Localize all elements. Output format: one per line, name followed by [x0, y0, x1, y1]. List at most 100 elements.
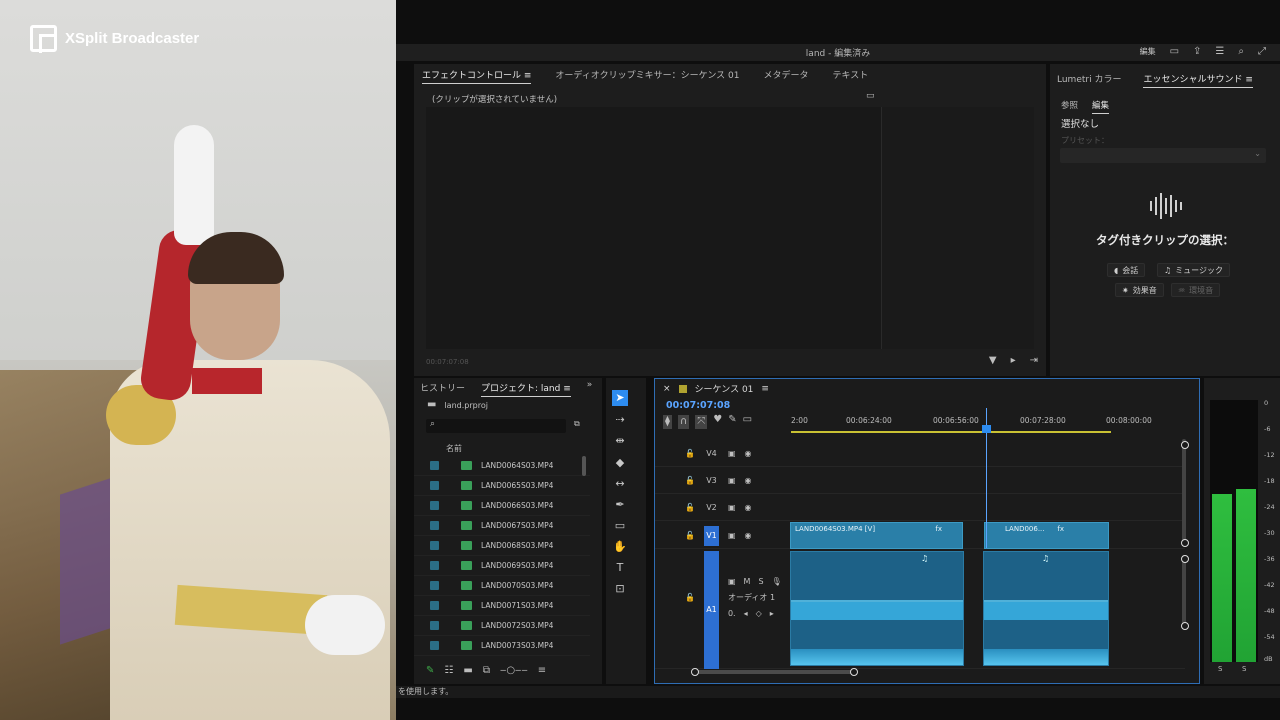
solo-right[interactable]: S [1242, 665, 1246, 673]
music-button[interactable]: ♫ ミュージック [1157, 263, 1231, 277]
caption-tool-icon[interactable]: ⊡ [612, 581, 628, 597]
audio-clip-2[interactable]: ♫ [983, 551, 1109, 666]
track-select-tool-icon[interactable]: ⇢ [612, 412, 628, 428]
scroll-handle[interactable] [1181, 539, 1189, 547]
timeline-hscroll[interactable] [695, 670, 855, 674]
list-item[interactable]: LAND0069S03.MP4 [414, 556, 590, 576]
project-search-input[interactable]: ⌕ [426, 419, 566, 433]
lock-icon[interactable]: 🔓 [685, 593, 695, 602]
list-item[interactable]: LAND0070S03.MP4 [414, 576, 590, 596]
dialogue-button[interactable]: ◖ 会話 [1107, 263, 1146, 277]
tab-metadata[interactable]: メタデータ [763, 68, 808, 84]
eye-icon[interactable]: ◉ [745, 476, 752, 485]
tab-effect-controls[interactable]: エフェクトコントロール ≡ [422, 68, 532, 84]
list-item[interactable]: LAND0066S03.MP4 [414, 496, 590, 516]
preset-dropdown[interactable]: ⌄ [1060, 148, 1266, 163]
selection-tool-icon[interactable]: ➤ [612, 390, 628, 406]
tab-project[interactable]: プロジェクト: land ≡ [481, 381, 571, 397]
search-icon[interactable]: ⌕ [1238, 46, 1244, 57]
list-item[interactable]: LAND0065S03.MP4 [414, 476, 590, 496]
solo-left[interactable]: S [1218, 665, 1222, 673]
eye-icon[interactable]: ◉ [745, 449, 752, 458]
add-marker-icon[interactable]: ♥ [713, 415, 722, 429]
microphone-icon[interactable]: 🎙 [772, 577, 782, 586]
sync-icon[interactable]: ▣ [728, 449, 736, 458]
rectangle-tool-icon[interactable]: ▭ [612, 518, 628, 534]
tab-text[interactable]: テキスト [833, 68, 869, 84]
tab-essential-sound[interactable]: エッセンシャルサウンド ≡ [1143, 72, 1253, 88]
sync-icon[interactable]: ▣ [728, 577, 736, 586]
nest-icon[interactable]: ⧫ [663, 415, 672, 429]
sync-icon[interactable]: ▣ [728, 503, 736, 512]
type-tool-icon[interactable]: T [612, 560, 628, 576]
ripple-edit-tool-icon[interactable]: ⇹ [612, 433, 628, 449]
export-icon[interactable]: ⇥ [1030, 356, 1038, 366]
list-item[interactable]: LAND0064S03.MP4 [414, 456, 590, 476]
lock-icon[interactable]: 🔓 [685, 449, 695, 458]
playhead-handle[interactable] [982, 425, 991, 433]
work-area-bar[interactable] [791, 431, 1111, 433]
more-panels-icon[interactable]: » [587, 381, 593, 397]
project-scrollbar[interactable] [582, 456, 586, 476]
fullscreen-icon[interactable]: ⤢ [1258, 46, 1266, 57]
lock-icon[interactable]: 🔓 [685, 476, 695, 485]
play-audio-icon[interactable]: ▸ [1011, 356, 1016, 366]
zoom-handle-left[interactable] [691, 668, 699, 676]
list-item[interactable]: LAND0072S03.MP4 [414, 616, 590, 636]
subtab-edit[interactable]: 編集 [1092, 99, 1110, 114]
settings-wrench-icon[interactable]: ✎ [728, 415, 736, 429]
share-icon[interactable]: ⇪ [1193, 46, 1201, 57]
next-keyframe-icon[interactable]: ▸ [770, 609, 774, 618]
freeform-view-icon[interactable]: ⧉ [483, 666, 490, 676]
sort-icon[interactable]: ≡ [538, 666, 546, 676]
tab-lumetri-color[interactable]: Lumetri カラー [1057, 72, 1121, 88]
icon-view-icon[interactable]: ▬ [463, 666, 472, 676]
filter-icon[interactable]: ▼ [989, 356, 997, 366]
linked-selection-icon[interactable]: ⤧ [695, 415, 708, 429]
list-item[interactable]: LAND0071S03.MP4 [414, 596, 590, 616]
workspaces-icon[interactable]: ☰ [1215, 46, 1224, 57]
column-header-name[interactable]: 名前 [446, 443, 462, 454]
sequence-tab[interactable]: × シーケンス 01 ≡ [663, 382, 769, 396]
close-icon[interactable]: × [663, 384, 671, 394]
workspace-edit-label[interactable]: 編集 [1140, 46, 1156, 57]
sfx-button[interactable]: ✷ 効果音 [1115, 283, 1164, 297]
video-clip-1[interactable]: LAND0064S03.MP4 [V] fx [790, 522, 963, 549]
lock-icon[interactable]: 🔓 [685, 531, 695, 540]
zoom-slider[interactable]: ‒○‒‒ [500, 666, 528, 676]
tab-audio-clip-mixer[interactable]: オーディオクリップミキサー：シーケンス 01 [555, 68, 739, 84]
sync-icon[interactable]: ▣ [728, 476, 736, 485]
scroll-handle[interactable] [1181, 622, 1189, 630]
lock-icon[interactable]: 🔓 [685, 503, 695, 512]
prev-keyframe-icon[interactable]: ◂ [744, 609, 748, 618]
subtab-browse[interactable]: 参照 [1061, 99, 1078, 114]
panel-icon[interactable]: ▭ [1170, 46, 1179, 57]
playhead-timecode[interactable]: 00:07:07:08 [666, 400, 730, 411]
list-view-icon[interactable]: ☷ [444, 666, 453, 676]
list-item[interactable]: LAND0067S03.MP4 [414, 516, 590, 536]
zoom-handle-right[interactable] [850, 668, 858, 676]
eye-icon[interactable]: ◉ [745, 503, 752, 512]
panel-menu-icon[interactable]: ≡ [761, 384, 769, 394]
ambience-button[interactable]: ♒ 環境音 [1171, 283, 1221, 297]
video-clip-2[interactable]: LAND006... fx [984, 522, 1109, 549]
video-tracks-scrollbar[interactable] [1182, 439, 1186, 544]
keyframe-icon[interactable]: ◇ [756, 609, 762, 618]
timeline-view-icon[interactable]: ▭ [866, 92, 875, 101]
tab-history[interactable]: ヒストリー [420, 381, 465, 397]
audio-clip-1[interactable]: ♫ [790, 551, 964, 666]
eye-icon[interactable]: ◉ [745, 531, 752, 540]
slip-tool-icon[interactable]: ↔ [612, 476, 628, 492]
hand-tool-icon[interactable]: ✋ [612, 539, 628, 555]
pencil-icon[interactable]: ✎ [426, 666, 434, 676]
scroll-handle[interactable] [1181, 441, 1189, 449]
pen-tool-icon[interactable]: ✒ [612, 497, 628, 513]
sync-icon[interactable]: ▣ [728, 531, 736, 540]
new-bin-icon[interactable]: ⧉ [574, 420, 580, 428]
scroll-handle[interactable] [1181, 555, 1189, 563]
list-item[interactable]: LAND0068S03.MP4 [414, 536, 590, 556]
captions-icon[interactable]: ▭ [743, 415, 752, 429]
snap-icon[interactable]: ∩ [677, 415, 690, 429]
audio-tracks-scrollbar[interactable] [1182, 555, 1186, 625]
list-item[interactable]: LAND0073S03.MP4 [414, 636, 590, 656]
